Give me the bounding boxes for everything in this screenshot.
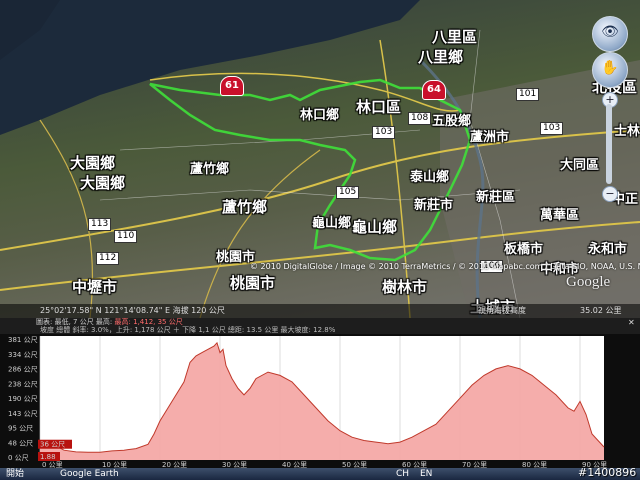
label-zhongli: 中壢市	[72, 278, 118, 296]
label-bali-township: 八里鄉	[418, 48, 464, 66]
x-tick-label: 70 公里	[462, 461, 487, 468]
route-61-badge: 61	[220, 76, 244, 96]
highway-box: 110	[114, 230, 138, 243]
profile-slope-summary: 坡度 總體 斜率: 3.0%，上升: 1,178 公尺 ＋ 下降 1,1 公尺 …	[40, 326, 336, 334]
label-luzhou: 蘆洲市	[470, 130, 510, 145]
taskbar-app-google-earth[interactable]: Google Earth	[60, 468, 119, 480]
hand-icon: ✋	[601, 60, 619, 76]
y-tick-label: 143 公尺	[8, 410, 38, 418]
label-xinzhuang: 新莊市	[414, 198, 454, 213]
label-luzhu-1: 蘆竹鄉	[190, 162, 230, 177]
y-tick-label: 0 公尺	[8, 454, 29, 462]
elevation-profile-panel[interactable]: 圖表: 最低, 7 公尺 最高: 最高: 1,412, 35 公尺 坡度 總體 …	[0, 318, 640, 468]
y-tick-label: 381 公尺	[8, 336, 38, 344]
y-tick-label: 95 公尺	[8, 425, 33, 433]
elevation-chart[interactable]: 0 公里 10 公里 20 公里 30 公里 40 公里 50 公里 60 公里 70 公里 8…	[0, 334, 640, 468]
start-button[interactable]: 開始	[6, 468, 24, 480]
label-shilin: 士林	[614, 124, 640, 139]
label-banqiao: 板橋市	[504, 242, 544, 257]
taskbar: 開始 Google Earth CH EN	[0, 468, 640, 480]
y-tick-label: 334 公尺	[8, 351, 38, 359]
highway-box: 112	[96, 252, 120, 265]
profile-summary-highlight: 最高: 1,412, 35 公尺	[114, 318, 183, 326]
label-guishan-2: 龜山鄉	[352, 218, 398, 236]
label-taoyuan-2: 桃園市	[230, 274, 276, 292]
profile-summary-prefix: 圖表: 最低, 7 公尺 最高:	[36, 318, 113, 326]
label-linkou-township: 林口鄉	[300, 108, 340, 123]
highway-box: 103	[540, 122, 564, 135]
label-taishan: 泰山鄉	[410, 170, 450, 185]
highway-box: 113	[88, 218, 112, 231]
status-bar: 25°02'17.58" N 121°14'08.74" E 海拔 120 公尺…	[0, 304, 640, 318]
label-yonghe: 永和市	[588, 242, 628, 257]
input-language-indicator[interactable]: CH	[396, 468, 409, 480]
coordinate-readout: 25°02'17.58" N 121°14'08.74" E 海拔 120 公尺	[40, 306, 225, 315]
x-tick-label: 80 公里	[522, 461, 547, 468]
highway-box: 101	[516, 88, 540, 101]
label-shulin: 樹林市	[382, 278, 428, 296]
highway-box: 103	[372, 126, 396, 139]
profile-summary: 圖表: 最低, 7 公尺 最高: 最高: 1,412, 35 公尺	[36, 318, 183, 326]
label-luzhu-2: 蘆竹鄉	[222, 198, 268, 216]
eye-altitude-label: 視角海拔高度	[478, 306, 526, 315]
x-tick-label: 40 公里	[282, 461, 307, 468]
move-control[interactable]: ✋	[592, 52, 628, 88]
highway-box: 105	[336, 186, 360, 199]
zoom-slider[interactable]	[606, 104, 612, 184]
x-tick-label: 0 公里	[42, 461, 63, 468]
label-wanhua: 萬華區	[540, 208, 580, 223]
google-logo: Google	[566, 274, 611, 290]
label-dayuan-1: 大園鄉	[70, 154, 116, 172]
elevation-profile-header: 圖表: 最低, 7 公尺 最高: 最高: 1,412, 35 公尺 坡度 總體 …	[0, 318, 640, 334]
x-tick-label: 30 公里	[222, 461, 247, 468]
eye-altitude-value: 35.02 公里	[580, 306, 622, 315]
x-tick-label: 60 公里	[402, 461, 427, 468]
x-tick-label: 20 公里	[162, 461, 187, 468]
y-tick-label: 190 公尺	[8, 395, 38, 403]
eye-icon: 👁	[601, 24, 619, 40]
label-bali-district: 八里區	[432, 28, 478, 46]
y-tick-label: 286 公尺	[8, 366, 38, 374]
look-around-control[interactable]: 👁	[592, 16, 628, 52]
label-datong: 大同區	[560, 158, 600, 173]
label-linkou-district: 林口區	[356, 98, 402, 116]
position-marker-text: 1.88	[40, 453, 56, 461]
close-icon[interactable]: ✕	[628, 319, 635, 327]
zoom-out-button[interactable]: −	[602, 186, 618, 202]
y-tick-label: 48 公尺	[8, 439, 33, 447]
imagery-attribution: © 2010 DigitalGlobe / Image © 2010 Terra…	[250, 262, 640, 271]
label-guishan-1: 龜山鄉	[312, 216, 352, 231]
x-tick-label: 10 公里	[102, 461, 127, 468]
map-view[interactable]: 八里區 八里鄉 北投區 林口區 林口鄉 五股鄉 蘆洲市 大園鄉 大園鄉 蘆竹鄉 …	[0, 0, 640, 318]
x-tick-label: 50 公里	[342, 461, 367, 468]
keyboard-layout-indicator[interactable]: EN	[420, 468, 432, 480]
label-xinzhuang-district: 新莊區	[476, 190, 516, 205]
elevation-chart-svg: 0 公里 10 公里 20 公里 30 公里 40 公里 50 公里 60 公里 70 公里 8…	[8, 336, 607, 468]
highway-box: 108	[408, 112, 432, 125]
label-wugu: 五股鄉	[432, 114, 472, 129]
start-elevation-text: 36 公尺	[40, 441, 65, 449]
label-dayuan-2: 大園鄉	[80, 174, 126, 192]
watermark: #1400896	[578, 466, 637, 479]
y-tick-label: 238 公尺	[8, 380, 38, 388]
route-64-badge: 64	[422, 80, 446, 100]
